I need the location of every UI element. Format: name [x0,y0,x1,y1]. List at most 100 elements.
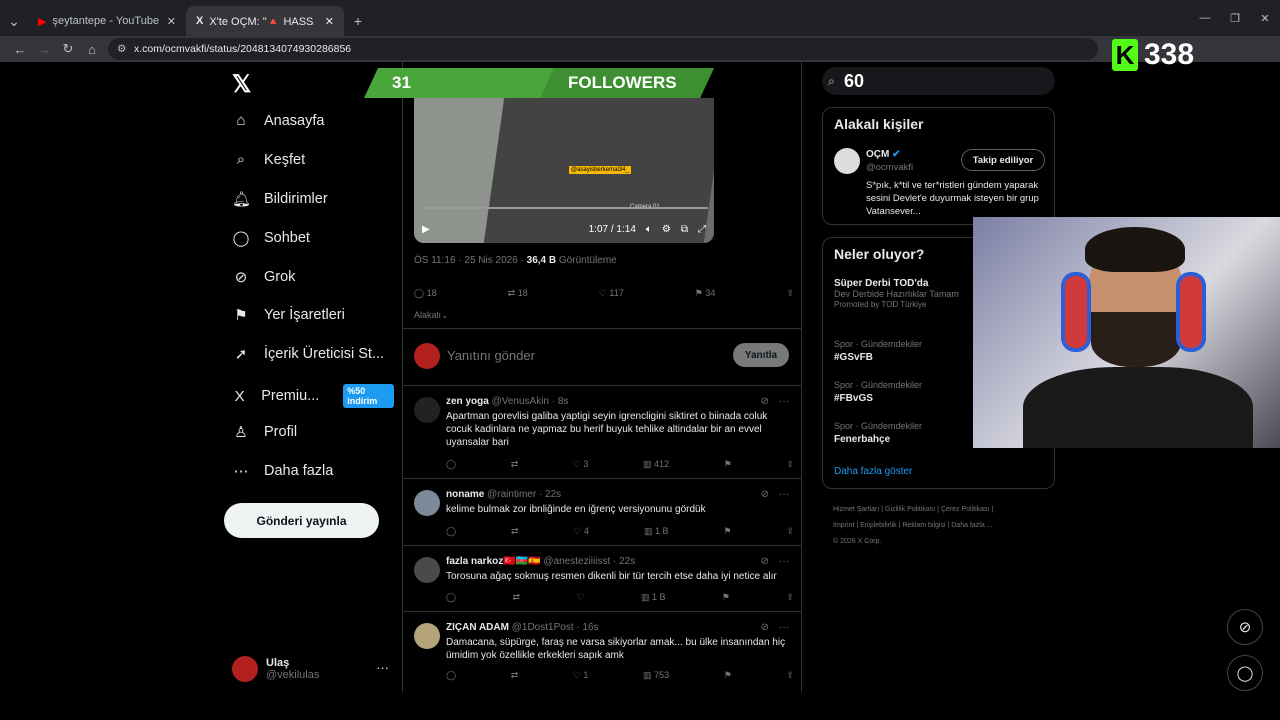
reply-author[interactable]: zen yoga [446,396,489,407]
share-icon[interactable]: ⇪ [786,288,794,299]
views-stat[interactable]: ▥ 412 [643,459,669,470]
sidebar-item-explore[interactable]: ⌕ Keşfet [232,151,305,168]
messages-fab-icon[interactable]: ◯ [1227,655,1263,691]
reply-icon[interactable]: ◯ [446,592,456,603]
list-item[interactable]: zen yoga @VenusAkin · 8s ⊘ ··· Apartman g… [403,387,801,479]
minimize-icon[interactable]: — [1190,0,1220,36]
grok-fab-icon[interactable]: ⊘ [1227,609,1263,645]
reply-input[interactable]: Yanıtını gönder [447,348,535,363]
grok-icon[interactable]: ⊘ [761,489,769,500]
close-window-icon[interactable]: ✕ [1250,0,1280,36]
play-icon[interactable]: ▶ [422,224,430,235]
reply-icon[interactable]: ◯ [446,459,456,470]
share-icon[interactable]: ⇪ [786,459,794,470]
like-action[interactable]: ♡ [576,592,584,603]
headphones-right [1176,272,1206,352]
sidebar-item-grok[interactable]: ⊘ Grok [232,268,296,286]
tab-close-icon[interactable]: ✕ [325,15,334,28]
grok-icon[interactable]: ⊘ [761,396,769,407]
pip-icon[interactable]: ⧉ [681,224,688,235]
x-logo-icon[interactable]: 𝕏 [232,70,251,99]
repost-icon[interactable]: ⇄ [511,459,519,470]
avatar[interactable] [414,490,440,516]
site-info-icon[interactable]: ⚙ [117,43,126,55]
forward-icon[interactable]: → [32,42,56,57]
reply-author[interactable]: fazla narkoz🇹🇷🇦🇿🇪🇸 [446,556,541,567]
tab-search-icon[interactable]: ⌄ [0,6,28,36]
reply-button[interactable]: Yanıtla [733,343,789,367]
share-icon[interactable]: ⇪ [786,592,794,603]
grok-icon[interactable]: ⊘ [761,556,769,567]
avatar[interactable] [414,623,440,649]
bookmark-icon[interactable]: ⚑ [724,670,732,681]
like-action[interactable]: ♡ 117 [599,288,624,299]
sidebar-item-bookmarks[interactable]: ⚑ Yer İşaretleri [232,306,345,324]
repost-action[interactable]: ⇄ 18 [508,288,528,299]
reply-icon[interactable]: ◯ [446,526,456,537]
repost-icon[interactable]: ⇄ [513,592,521,603]
new-tab-button[interactable]: + [344,6,372,36]
fullscreen-icon[interactable]: ⤢ [698,224,706,235]
tweet-timestamp[interactable]: ÖS 11:16 · 25 Nis 2026 · [414,255,527,266]
sidebar-item-creator-studio[interactable]: ➚ İçerik Üreticisi St... [232,345,384,363]
grok-icon[interactable]: ⊘ [761,622,769,633]
views-stat[interactable]: ▥ 753 [643,670,669,681]
list-item[interactable]: ZIÇAN ADAM @1Dost1Post · 16s ⊘ ··· Damaca… [403,613,801,691]
post-button[interactable]: Gönderi yayınla [224,503,379,538]
list-item[interactable]: noname @raintimer · 22s ⊘ ··· kelime bulm… [403,480,801,546]
tab-x-post[interactable]: X X'te OÇM: "🔺 HASSAS 🔺 İna ✕ [186,6,344,36]
repost-icon[interactable]: ⇄ [511,526,519,537]
search-input[interactable]: ⌕ 60 [822,67,1055,95]
sidebar-item-notifications[interactable]: 🔔︎ Bildirimler [232,190,328,208]
sidebar-item-profile[interactable]: ♙ Profil [232,423,297,441]
sidebar-item-chat[interactable]: ◯ Sohbet [232,229,310,247]
bookmark-icon[interactable]: ⚑ [724,459,732,470]
tab-close-icon[interactable]: ✕ [167,15,176,28]
account-menu-icon[interactable]: ··· [376,660,389,675]
reply-sort-dropdown[interactable]: Alakalı⌄ [414,310,449,321]
video-player[interactable]: @asayisberkemal34_ Camera 01 ▶ 1:07 / 1:… [414,98,714,243]
bookmark-icon[interactable]: ⚑ [722,592,730,603]
video-progress-bar[interactable] [420,207,708,209]
person-name[interactable]: OÇM ✔ [866,149,901,160]
sidebar-item-home[interactable]: ⌂ Anasayfa [232,112,324,129]
bookmark-icon[interactable]: ⚑ [723,526,731,537]
address-bar[interactable]: ⚙ x.com/ocmvakfi/status/2048134074930286… [108,38,1098,60]
show-more-link[interactable]: Daha fazla göster [834,466,912,477]
reply-icon[interactable]: ◯ [446,670,456,681]
like-action[interactable]: ♡ 3 [573,459,589,470]
more-icon[interactable]: ··· [779,396,789,407]
maximize-icon[interactable]: ❐ [1220,0,1250,36]
home-icon[interactable]: ⌂ [80,42,104,57]
sidebar-item-label: Bildirimler [264,191,328,207]
account-switcher[interactable]: Ulaş @vekilulas ··· [232,656,389,682]
reply-author[interactable]: ZIÇAN ADAM [446,622,509,633]
share-icon[interactable]: ⇪ [786,526,794,537]
like-action[interactable]: ♡ 4 [573,526,589,537]
like-action[interactable]: ♡ 1 [573,670,589,681]
volume-icon[interactable]: 🔈︎ [646,224,652,235]
views-stat[interactable]: ▥ 1 B [641,592,666,603]
list-item[interactable]: fazla narkoz🇹🇷🇦🇿🇪🇸 @anesteziiiisst · 22s… [403,547,801,612]
avatar[interactable] [414,557,440,583]
avatar[interactable] [834,148,860,174]
more-icon[interactable]: ··· [779,489,789,500]
avatar[interactable] [414,397,440,423]
share-icon[interactable]: ⇪ [786,670,794,681]
following-button[interactable]: Takip ediliyor [961,149,1045,171]
sidebar-item-more[interactable]: ⋯ Daha fazla [232,462,334,480]
reload-icon[interactable]: ↻ [56,41,80,57]
reply-author[interactable]: noname [446,489,484,500]
footer-line[interactable]: Hizmet Şartları | Gizlilik Politikası | … [833,502,1053,518]
views-stat[interactable]: ▥ 1 B [644,526,669,537]
reply-action[interactable]: ◯ 18 [414,288,437,299]
bookmark-action[interactable]: ⚑ 34 [695,288,716,299]
more-icon[interactable]: ··· [779,622,789,633]
settings-icon[interactable]: ⚙ [662,224,671,235]
repost-icon[interactable]: ⇄ [511,670,519,681]
more-icon[interactable]: ··· [779,556,789,567]
footer-line[interactable]: Imprint | Erişilebilirlik | Reklam bilgi… [833,518,1053,534]
sidebar-item-premium[interactable]: X Premiu... %50 indirim [232,384,394,408]
back-icon[interactable]: ← [8,42,32,57]
tab-youtube[interactable]: ▶ şeytantepe - YouTube ✕ [28,6,186,36]
